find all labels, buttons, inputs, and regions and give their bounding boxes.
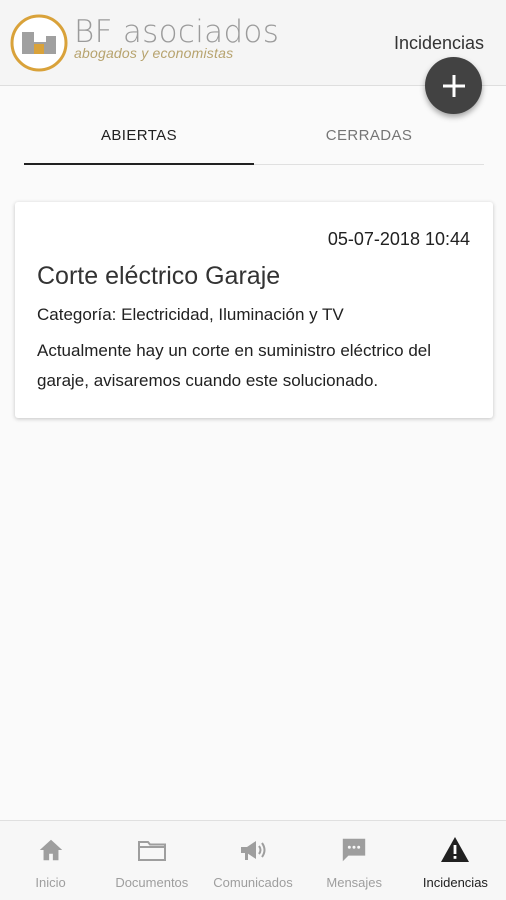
bottom-nav: Inicio Documentos Comunicados Mensajes I… — [0, 820, 506, 900]
warning-icon — [440, 835, 470, 865]
nav-label-inicio: Inicio — [35, 875, 66, 890]
megaphone-icon — [238, 835, 268, 865]
home-icon — [36, 835, 66, 865]
incident-description: Actualmente hay un corte en suministro e… — [37, 341, 432, 390]
plus-icon — [442, 74, 465, 97]
nav-label-incidencias: Incidencias — [422, 875, 488, 890]
tab-cerradas[interactable]: CERRADAS — [254, 107, 484, 164]
nav-label-comunicados: Comunicados — [213, 875, 293, 890]
folder-icon — [137, 835, 167, 865]
nav-item-documentos[interactable]: Documentos — [101, 821, 202, 900]
tab-abiertas[interactable]: ABIERTAS — [24, 107, 254, 165]
incident-card[interactable]: 05-07-2018 10:44 Corte eléctrico Garaje … — [15, 202, 493, 418]
nav-item-comunicados[interactable]: Comunicados — [202, 821, 303, 900]
brand-logo — [10, 14, 68, 72]
brand-name: BF asociados — [74, 14, 280, 50]
nav-item-incidencias[interactable]: Incidencias — [405, 821, 506, 900]
incident-title: Corte eléctrico Garaje — [37, 262, 281, 290]
incident-tabs: ABIERTAS CERRADAS — [24, 107, 484, 165]
page-title: Incidencias — [393, 33, 484, 53]
nav-label-mensajes: Mensajes — [326, 875, 383, 890]
incident-date: 05-07-2018 10:44 — [327, 229, 470, 249]
nav-item-mensajes[interactable]: Mensajes — [304, 821, 405, 900]
brand-text: BF asociados abogados y economistas — [74, 16, 279, 60]
chat-icon — [339, 835, 369, 865]
add-incident-button[interactable] — [425, 57, 482, 114]
nav-label-documentos: Documentos — [115, 875, 189, 890]
nav-item-inicio[interactable]: Inicio — [0, 821, 101, 900]
incident-category: Categoría: Electricidad, Iluminación y T… — [37, 305, 344, 324]
